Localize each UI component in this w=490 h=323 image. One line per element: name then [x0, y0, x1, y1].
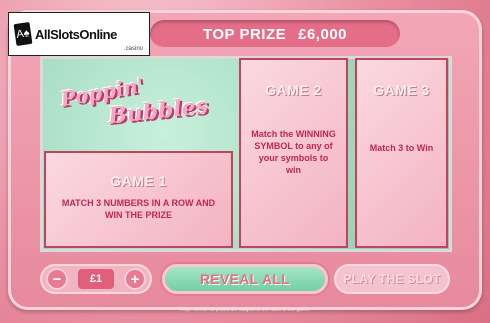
footnote-text: Help. Terms. All prizes are subject to t… [179, 307, 311, 313]
decrease-stake-button[interactable]: − [46, 268, 68, 290]
game-2-card[interactable]: GAME 2 Match the WINNING SYMBOL to any o… [239, 58, 348, 248]
game-3-title: GAME 3 [373, 82, 430, 98]
game-1-card[interactable]: GAME 1 MATCH 3 NUMBERS IN A ROW AND WIN … [44, 151, 233, 248]
game-2-description: Match the WINNING SYMBOL to any of your … [251, 129, 336, 175]
game-logo: Poppin' Bubbles [52, 73, 232, 138]
stake-value: £1 [78, 269, 114, 289]
play-the-slot-button[interactable]: PLAY THE SLOT [334, 264, 450, 294]
stake-selector: − £1 + [40, 264, 152, 294]
top-prize-label: TOP PRIZE [202, 25, 287, 43]
controls-bar: − £1 + REVEAL ALL PLAY THE SLOT [0, 262, 490, 298]
logo-subtext: .casino [123, 46, 143, 52]
reveal-all-button[interactable]: REVEAL ALL [162, 264, 328, 294]
game-2-title: GAME 2 [265, 82, 322, 98]
game-1-description: MATCH 3 NUMBERS IN A ROW AND WIN THE PRI… [61, 198, 216, 220]
top-prize-amount: £6,000 [298, 25, 348, 43]
top-prize-bar: TOP PRIZE £6,000 [150, 20, 400, 48]
game-3-description: Match 3 to Win [369, 143, 434, 153]
logo-text: AllSlotsOnline [35, 26, 117, 42]
site-logo: A♠ AllSlotsOnline .casino [8, 12, 150, 56]
logo-card-icon: A♠ [13, 21, 33, 47]
increase-stake-button[interactable]: + [124, 268, 146, 290]
game-1-title: GAME 1 [110, 173, 167, 189]
game-3-card[interactable]: GAME 3 Match 3 to Win [355, 58, 448, 248]
